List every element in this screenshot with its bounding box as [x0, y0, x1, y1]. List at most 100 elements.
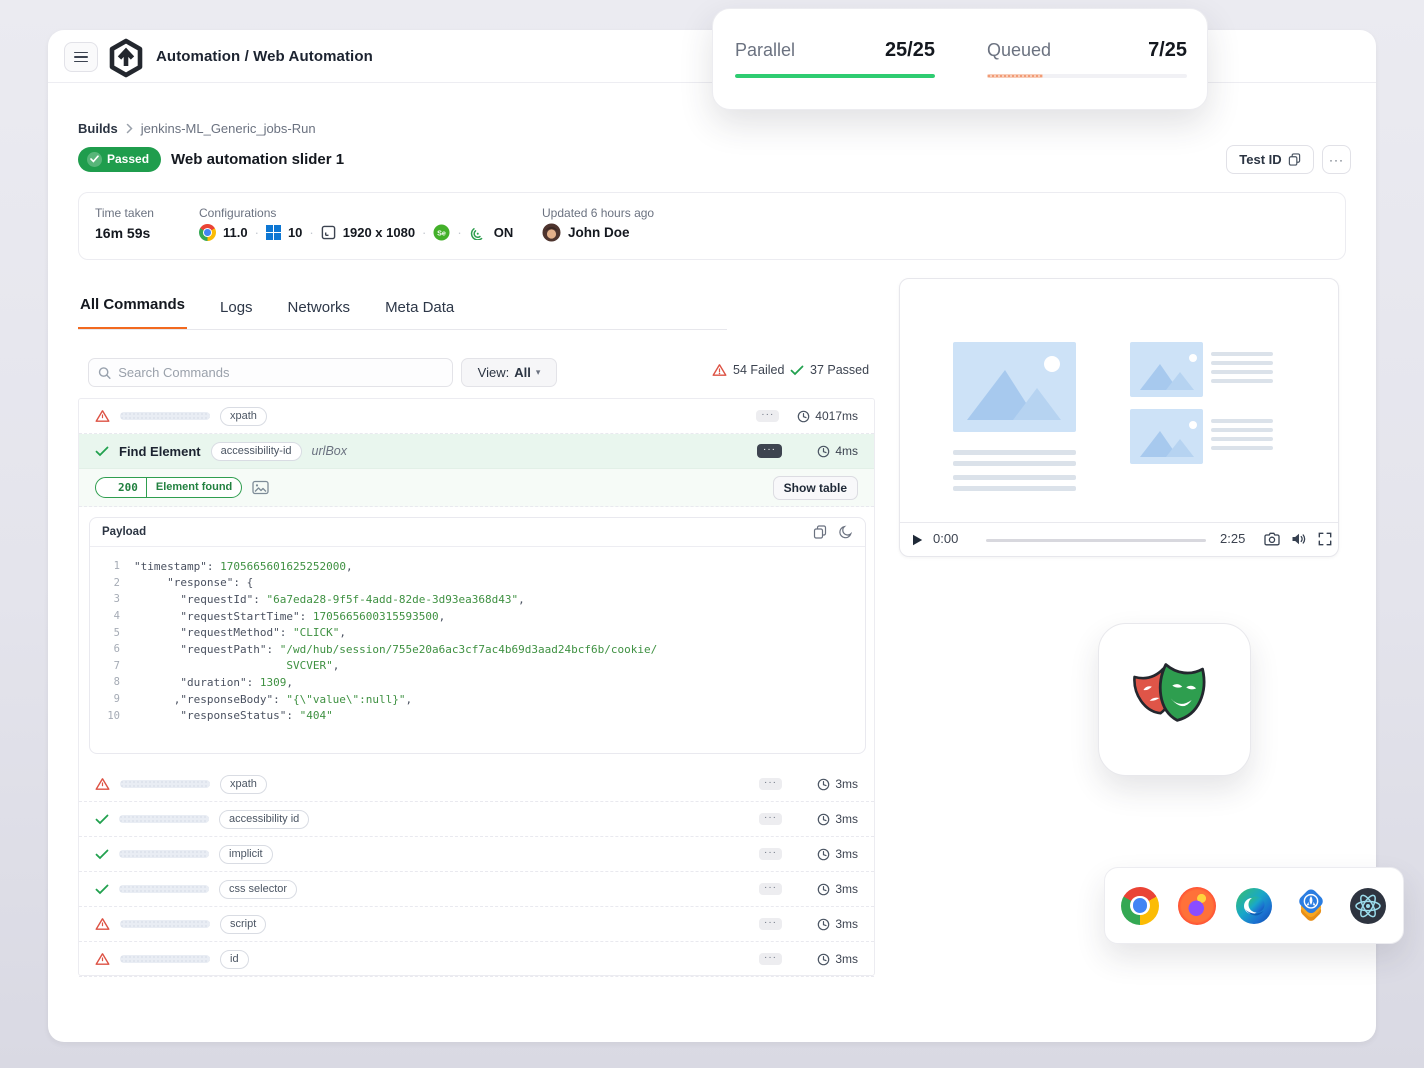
chevron-right-icon	[126, 123, 133, 134]
fullscreen-icon[interactable]	[1318, 532, 1332, 546]
payload-panel: Payload 1"timestamp": 170566560162525200…	[89, 517, 866, 754]
search-icon	[98, 366, 111, 380]
parallel-label: Parallel	[735, 40, 795, 61]
breadcrumb-builds[interactable]: Builds	[78, 121, 118, 136]
chrome-icon[interactable]	[1121, 887, 1159, 925]
payload-code: 1"timestamp": 1705665601625252000, 2 "re…	[90, 547, 865, 724]
warning-icon	[712, 363, 727, 377]
row-menu-icon[interactable]: ···	[759, 883, 782, 895]
menu-icon[interactable]	[64, 42, 98, 72]
clock-icon	[817, 813, 830, 826]
time-taken-label: Time taken	[95, 206, 154, 220]
more-actions-button[interactable]: ···	[1322, 145, 1351, 174]
row-menu-icon[interactable]: ···	[759, 848, 782, 860]
command-row[interactable]: script ··· 3ms	[79, 907, 874, 942]
clock-icon	[817, 778, 830, 791]
firefox-icon[interactable]	[1178, 887, 1216, 925]
tab-bar: All Commands Logs Networks Meta Data	[78, 292, 456, 330]
user-name: John Doe	[568, 225, 630, 240]
locator-badge: css selector	[219, 880, 297, 899]
build-summary-bar: Time taken 16m 59s Configurations 11.0 ·…	[78, 192, 1346, 260]
command-row[interactable]: implicit ···3ms	[79, 837, 874, 872]
command-name-skeleton	[120, 955, 210, 963]
windows-icon	[266, 225, 281, 240]
passed-count: 37 Passed	[790, 363, 869, 377]
command-row[interactable]: xpath ··· 4017ms	[79, 399, 874, 434]
app-logo-icon	[108, 38, 144, 78]
placeholder-image-large	[953, 342, 1076, 432]
command-name-skeleton	[120, 412, 210, 420]
browser-dock	[1104, 867, 1404, 944]
row-menu-icon[interactable]: ···	[757, 444, 782, 458]
status-code-badge: 200 Element found	[95, 477, 242, 498]
command-row[interactable]: id ···3ms	[79, 942, 874, 977]
clock-icon	[817, 883, 830, 896]
row-menu-icon[interactable]: ···	[759, 778, 782, 790]
rocket-layers-icon[interactable]	[1292, 887, 1330, 925]
show-table-button[interactable]: Show table	[773, 476, 858, 500]
copy-icon	[1288, 153, 1301, 166]
video-controls: 0:00 2:25	[900, 522, 1338, 556]
video-player: 0:00 2:25	[899, 278, 1339, 557]
view-value: All	[514, 365, 531, 380]
row-menu-icon[interactable]: ···	[756, 410, 779, 422]
queued-value: 7/25	[1148, 39, 1187, 62]
status-badge-label: Passed	[107, 152, 149, 166]
locator-badge: xpath	[220, 407, 267, 426]
command-name: Find Element	[119, 444, 201, 459]
theater-masks-icon	[1129, 657, 1221, 743]
breadcrumb: Builds jenkins-ML_Generic_jobs-Run	[78, 121, 316, 136]
avatar	[542, 223, 561, 242]
payload-header: Payload	[90, 518, 865, 547]
command-row-selected[interactable]: Find Element accessibility-id urlBox ···…	[79, 434, 874, 469]
tab-logs[interactable]: Logs	[218, 299, 255, 330]
clock-icon	[817, 953, 830, 966]
command-row[interactable]: css selector ···3ms	[79, 872, 874, 907]
locator-badge: id	[220, 950, 249, 969]
command-row[interactable]: accessibility id ···3ms	[79, 802, 874, 837]
tab-meta-data[interactable]: Meta Data	[383, 299, 456, 330]
moon-icon[interactable]	[839, 525, 853, 539]
locator-badge: script	[220, 915, 266, 934]
caret-down-icon: ▾	[536, 367, 541, 378]
user-row: John Doe	[542, 223, 630, 242]
view-filter-dropdown[interactable]: View: All ▾	[461, 358, 557, 387]
electron-icon[interactable]	[1349, 887, 1387, 925]
copy-icon[interactable]	[813, 525, 827, 539]
test-id-label: Test ID	[1239, 152, 1281, 167]
duration: 4ms	[835, 444, 858, 458]
search-commands-box	[88, 358, 453, 387]
check-icon	[790, 365, 804, 376]
speaker-icon[interactable]	[1291, 532, 1306, 546]
selenium-icon: Se	[433, 224, 450, 241]
test-id-button[interactable]: Test ID	[1226, 145, 1314, 174]
command-name-skeleton	[119, 850, 209, 858]
screenshot-icon[interactable]	[252, 480, 269, 495]
camera-icon[interactable]	[1264, 532, 1280, 546]
playwright-card[interactable]	[1098, 623, 1251, 776]
status-code: 200	[110, 478, 147, 497]
svg-text:Se: Se	[437, 228, 446, 237]
edge-icon[interactable]	[1235, 887, 1273, 925]
payload-title: Payload	[102, 526, 146, 538]
row-menu-icon[interactable]: ···	[759, 813, 782, 825]
command-row[interactable]: xpath ···3ms	[79, 767, 874, 802]
resolution-icon	[321, 225, 336, 240]
placeholder-image-small	[1130, 342, 1203, 397]
configurations-label: Configurations	[199, 206, 276, 220]
status-message: Element found	[147, 478, 241, 497]
row-menu-icon[interactable]: ···	[759, 918, 782, 930]
play-icon[interactable]	[912, 534, 923, 546]
locator-badge: accessibility-id	[211, 442, 302, 461]
row-menu-icon[interactable]: ···	[759, 953, 782, 965]
command-list: xpath ··· 4017ms Find Element accessibil…	[78, 398, 875, 976]
search-input[interactable]	[118, 365, 443, 380]
seek-bar[interactable]	[986, 539, 1206, 542]
concurrency-card: Parallel 25/25 Queued 7/25	[712, 8, 1208, 110]
tab-networks[interactable]: Networks	[286, 299, 353, 330]
tab-all-commands[interactable]: All Commands	[78, 296, 187, 330]
duration: 3ms	[835, 917, 858, 931]
clock-icon	[797, 410, 810, 423]
failed-count: 54 Failed	[712, 363, 784, 377]
placeholder-image-small	[1130, 409, 1203, 464]
